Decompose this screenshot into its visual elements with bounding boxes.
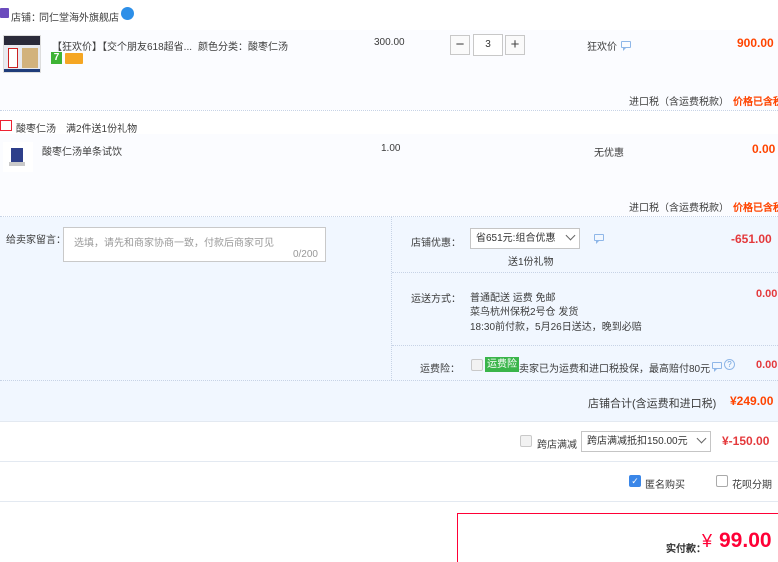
promo-label: 狂欢价: [587, 42, 617, 53]
discount-select[interactable]: 省651元:组合优惠: [470, 228, 580, 249]
shipping-line1: 普通配送 运费 免邮: [470, 293, 556, 304]
message-label: 给卖家留言：: [6, 235, 66, 246]
wangwang-icon[interactable]: [121, 7, 134, 20]
gift-item-title-link[interactable]: 酸枣仁汤单条试饮: [42, 143, 122, 158]
gift-tax-label: 进口税（含运费税款）: [629, 203, 729, 214]
product-spec: 颜色分类：酸枣仁汤: [198, 42, 288, 53]
insurance-value: 0.00: [756, 359, 778, 371]
cross-store-select[interactable]: 跨店满减抵扣150.00元: [581, 431, 711, 452]
promo-info-icon[interactable]: [621, 41, 631, 51]
import-tax-label: 进口税（含运费税款）: [629, 97, 729, 108]
item-subtotal: 900.00: [737, 36, 774, 50]
divider: [392, 345, 778, 346]
message-textarea[interactable]: 选填，请先和商家协商一致，付款后商家可见 0/200: [63, 227, 326, 262]
quantity-decrease-button[interactable]: −: [450, 35, 470, 55]
huabei-checkbox[interactable]: [716, 475, 728, 487]
shipping-value: 0.00: [756, 288, 778, 300]
import-tax-value: 价格已含税: [733, 97, 778, 108]
message-counter: 0/200: [292, 249, 318, 260]
divider: [0, 421, 778, 422]
insurance-desc: 卖家已为运费和进口税投保，最高赔付80元: [519, 364, 711, 375]
discount-selected: 省651元:组合优惠: [476, 233, 556, 244]
gift-thumbnail[interactable]: [3, 142, 33, 172]
divider: [392, 272, 778, 273]
message-placeholder: 选填，请先和商家协商一致，付款后商家可见: [74, 238, 274, 249]
shop-header: 店铺： 同仁堂海外旗舰店: [0, 0, 778, 30]
anonymous-checkbox[interactable]: ✓: [629, 475, 641, 487]
insurance-label: 运费险：: [420, 364, 460, 375]
gift-tax-value: 价格已含税: [733, 203, 778, 214]
cross-store-selected: 跨店满减抵扣150.00元: [587, 436, 688, 447]
cross-store-label: 跨店满减: [537, 440, 577, 451]
insurance-checkbox[interactable]: [471, 359, 483, 371]
chevron-down-icon: [565, 230, 576, 241]
gift-unit-price: 1.00: [381, 143, 401, 154]
divider: [0, 461, 778, 462]
chevron-down-icon: [696, 433, 707, 444]
panel-separator: [391, 217, 392, 380]
gift-desc: 满2件送1份礼物: [66, 124, 138, 135]
discount-gift-note: 送1份礼物: [508, 257, 554, 268]
insurance-tag: 运费险: [485, 357, 519, 372]
huabei-label: 花呗分期: [732, 480, 772, 491]
payment-currency: ¥: [702, 531, 713, 551]
discount-info-icon[interactable]: [594, 234, 604, 244]
product-title-link[interactable]: 【狂欢价】【交个朋友618超省...: [52, 38, 192, 53]
discount-label: 店铺优惠：: [411, 238, 461, 249]
card-payment-icon: [65, 53, 83, 64]
insurance-chat-icon[interactable]: [712, 362, 722, 372]
product-thumbnail[interactable]: [3, 35, 41, 73]
discount-value: -651.00: [731, 232, 772, 246]
seven-day-return-badge: 7: [51, 52, 62, 64]
shop-name-link[interactable]: 同仁堂海外旗舰店: [39, 9, 119, 24]
shipping-label: 运送方式：: [411, 294, 461, 305]
gift-label: 酸枣仁汤: [16, 124, 56, 135]
shipping-line2: 菜鸟杭州保税2号仓 发货: [470, 307, 579, 318]
quantity-input[interactable]: 3: [473, 34, 503, 56]
cross-store-checkbox[interactable]: [520, 435, 532, 447]
quantity-increase-button[interactable]: +: [505, 35, 525, 55]
gift-promo: 无优惠: [594, 148, 624, 159]
help-icon[interactable]: ?: [724, 359, 735, 370]
store-total-label: 店铺合计(含运费和进口税): [588, 398, 717, 410]
payment-label: 实付款：: [666, 544, 706, 555]
divider: [0, 501, 778, 502]
anonymous-label: 匿名购买: [645, 480, 685, 491]
cross-store-value: ¥-150.00: [722, 434, 770, 448]
shipping-line3: 18:30前付款，5月26日送达，晚到必赔: [470, 322, 642, 333]
shop-icon: [0, 8, 9, 18]
divider: [0, 110, 778, 111]
store-total-value: ¥249.00: [730, 394, 774, 408]
payment-amount: 99.00: [719, 529, 772, 552]
shop-label: 店铺：: [11, 13, 41, 24]
gift-icon: [0, 120, 12, 131]
divider: [0, 380, 778, 381]
gift-subtotal: 0.00: [752, 142, 776, 156]
unit-price: 300.00: [374, 37, 405, 48]
